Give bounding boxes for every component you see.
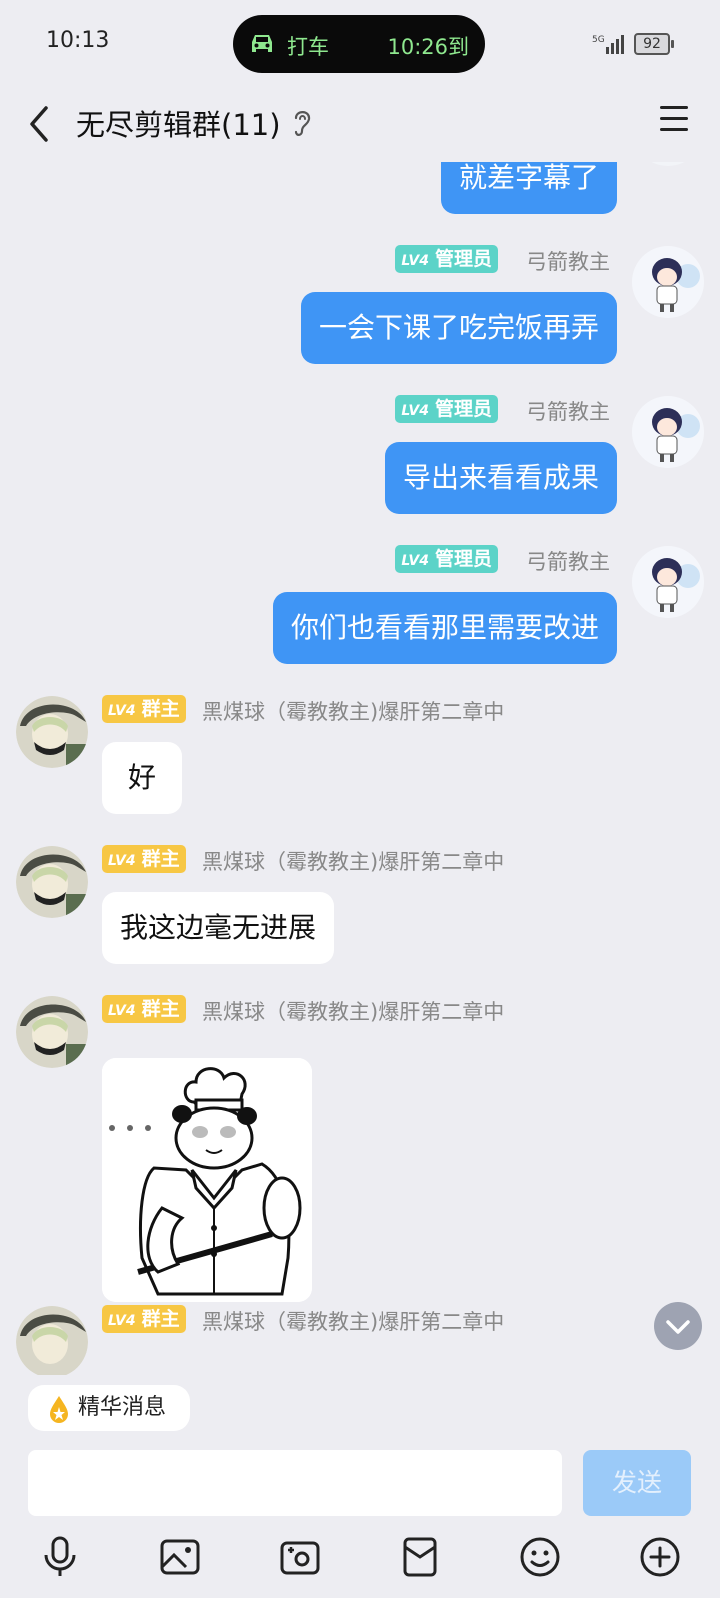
message-bubble[interactable]: 我这边毫无进展 [102,892,335,964]
camera-icon[interactable] [278,1535,322,1579]
role-badge: LV4 管理员 [395,545,498,573]
message-bubble[interactable]: 一会下课了吃完饭再弄 [300,292,617,364]
sender-name[interactable]: 黑煤球（霉教教主)爆肝第二章中 [202,696,504,726]
avatar-image [16,696,88,768]
essence-drop-icon [50,1396,68,1423]
avatar-image [632,396,704,468]
car-icon [252,35,272,52]
message-bubble[interactable]: 导出来看看成果 [384,442,617,514]
role-badge: LV4 管理员 [395,395,498,423]
avatar-image [16,846,88,918]
avatar-image [16,1306,88,1375]
role-badge: LV4 群主 [102,1305,186,1333]
sender-name[interactable]: 弓箭教主 [526,546,610,576]
svg-text:5G: 5G [592,35,605,45]
message-bubble[interactable]: 好 [102,742,183,814]
send-button[interactable]: 发送 [583,1450,691,1516]
avatar[interactable] [632,546,704,618]
red-packet-icon[interactable] [398,1535,442,1579]
chevron-down-icon [666,1320,690,1334]
avatar-image [632,246,704,318]
message-bubble[interactable]: 就差字幕了 [440,160,617,214]
battery-indicator: 92 [634,33,674,55]
chat-header: 无尽剪辑群(11) [0,88,720,162]
ride-eta: 10:26到 [387,35,469,59]
avatar[interactable] [16,1306,88,1375]
role-badge: LV4 群主 [102,845,186,873]
message-bubble[interactable]: 你们也看看那里需要改进 [272,592,617,664]
sender-name[interactable]: 黑煤球（霉教教主)爆肝第二章中 [202,846,504,876]
scroll-to-latest-button[interactable] [654,1302,702,1350]
microphone-icon[interactable] [38,1535,82,1579]
status-time: 10:13 [46,28,110,53]
role-badge: LV4 群主 [102,695,186,723]
essence-label: 精华消息 [78,1395,167,1420]
menu-icon[interactable] [658,102,690,136]
role-badge: LV4 群主 [102,995,186,1023]
ride-label: 打车 [287,35,329,59]
back-arrow-icon[interactable] [24,102,56,146]
image-icon[interactable] [158,1535,202,1579]
avatar[interactable] [632,246,704,318]
input-panel: 精华消息 发送 [0,1375,720,1598]
avatar[interactable] [16,696,88,768]
sticker-image[interactable] [102,1058,312,1302]
signal-icon: 5G [592,35,624,54]
essence-messages-button[interactable]: 精华消息 [28,1385,190,1431]
role-badge: LV4 管理员 [395,245,498,273]
avatar-image [16,996,88,1068]
avatar[interactable] [632,396,704,468]
panda-chef-sticker [102,1058,312,1302]
group-title[interactable]: 无尽剪辑群(11) [76,102,281,144]
status-bar: 10:13 打车 10:26到 5G 92 [0,0,720,88]
avatar[interactable] [16,996,88,1068]
message-list[interactable]: 就差字幕了 LV4 管理员 弓箭教主 一会下课了吃完饭再弄 LV4 管理员 弓箭教主… [0,160,720,1375]
sender-name[interactable]: 弓箭教主 [526,246,610,276]
sender-name[interactable]: 弓箭教主 [526,396,610,426]
plus-icon[interactable] [638,1535,682,1579]
sender-name[interactable]: 黑煤球（霉教教主)爆肝第二章中 [202,1306,504,1336]
message-input[interactable] [28,1450,562,1516]
avatar-image [632,546,704,618]
ear-icon[interactable] [290,106,314,140]
emoji-icon[interactable] [518,1535,562,1579]
ride-live-activity[interactable]: 打车 10:26到 [233,15,485,73]
avatar[interactable] [16,846,88,918]
sender-name[interactable]: 黑煤球（霉教教主)爆肝第二章中 [202,996,504,1026]
